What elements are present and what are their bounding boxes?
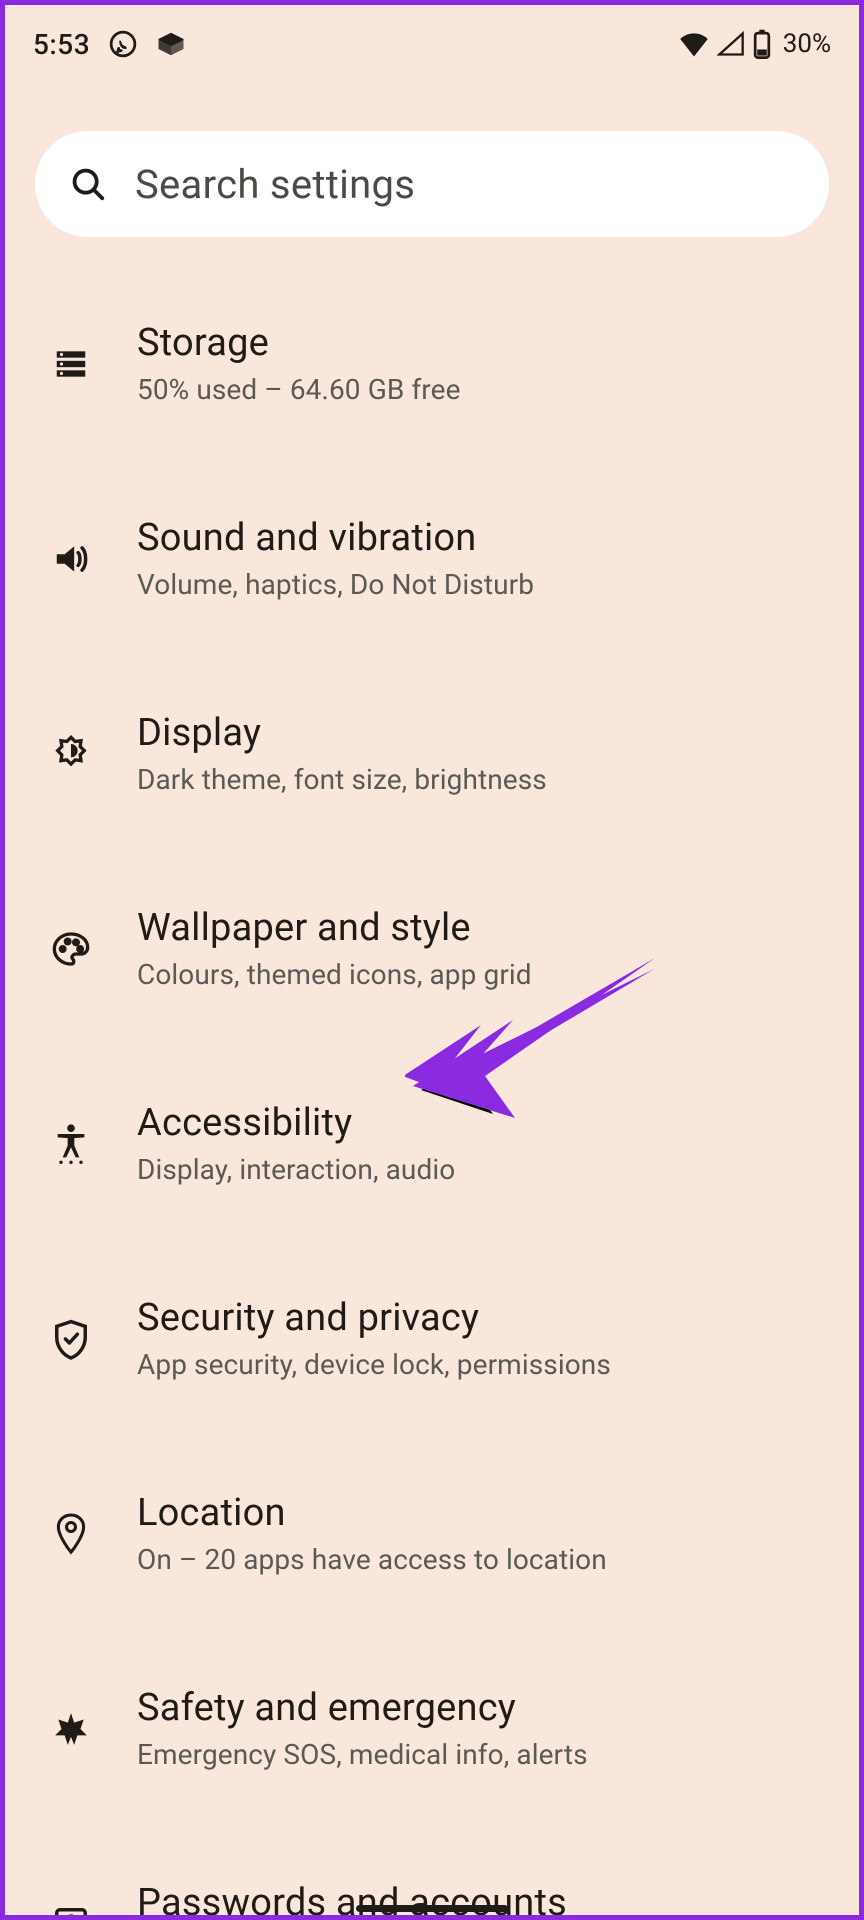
item-title: Storage bbox=[137, 321, 461, 365]
display-icon bbox=[49, 732, 93, 776]
item-security[interactable]: Security and privacy App security, devic… bbox=[35, 1296, 829, 1381]
item-title: Safety and emergency bbox=[137, 1686, 588, 1730]
item-title: Location bbox=[137, 1491, 607, 1535]
item-sub: Volume, haptics, Do Not Disturb bbox=[137, 568, 534, 601]
item-text: Wallpaper and style Colours, themed icon… bbox=[137, 906, 532, 991]
settings-screen: 5:53 bbox=[5, 5, 859, 1915]
item-text: Location On – 20 apps have access to loc… bbox=[137, 1491, 607, 1576]
status-bar: 5:53 bbox=[5, 5, 859, 79]
palette-icon bbox=[49, 927, 93, 971]
item-text: Sound and vibration Volume, haptics, Do … bbox=[137, 516, 534, 601]
item-sub: Dark theme, font size, brightness bbox=[137, 763, 547, 796]
wifi-icon bbox=[679, 31, 709, 57]
nav-bar-pill[interactable] bbox=[356, 1905, 508, 1912]
battery-percent: 30% bbox=[783, 29, 831, 59]
settings-list: Storage 50% used – 64.60 GB free Sound a… bbox=[5, 321, 859, 1915]
search-bar[interactable]: Search settings bbox=[35, 131, 829, 237]
item-sub: On – 20 apps have access to location bbox=[137, 1543, 607, 1576]
item-title: Sound and vibration bbox=[137, 516, 534, 560]
item-wallpaper[interactable]: Wallpaper and style Colours, themed icon… bbox=[35, 906, 829, 991]
account-icon bbox=[49, 1902, 93, 1916]
item-text: Security and privacy App security, devic… bbox=[137, 1296, 611, 1381]
sound-icon bbox=[49, 537, 93, 581]
item-sub: Colours, themed icons, app grid bbox=[137, 958, 532, 991]
item-sub: Display, interaction, audio bbox=[137, 1153, 455, 1186]
whatsapp-icon bbox=[108, 29, 138, 59]
item-sub: App security, device lock, permissions bbox=[137, 1348, 611, 1381]
item-sound[interactable]: Sound and vibration Volume, haptics, Do … bbox=[35, 516, 829, 601]
status-right: 30% bbox=[679, 29, 831, 59]
search-icon bbox=[69, 165, 107, 203]
item-storage[interactable]: Storage 50% used – 64.60 GB free bbox=[35, 321, 829, 406]
item-title: Display bbox=[137, 711, 547, 755]
item-text: Display Dark theme, font size, brightnes… bbox=[137, 711, 547, 796]
medical-icon bbox=[49, 1707, 93, 1751]
item-text: Storage 50% used – 64.60 GB free bbox=[137, 321, 461, 406]
item-title: Accessibility bbox=[137, 1101, 455, 1145]
search-placeholder: Search settings bbox=[135, 161, 415, 208]
item-text: Safety and emergency Emergency SOS, medi… bbox=[137, 1686, 588, 1771]
item-safety[interactable]: Safety and emergency Emergency SOS, medi… bbox=[35, 1686, 829, 1771]
item-text: Accessibility Display, interaction, audi… bbox=[137, 1101, 455, 1186]
package-icon bbox=[156, 29, 186, 59]
storage-icon bbox=[49, 342, 93, 386]
item-display[interactable]: Display Dark theme, font size, brightnes… bbox=[35, 711, 829, 796]
shield-icon bbox=[49, 1317, 93, 1361]
battery-icon bbox=[753, 29, 771, 59]
cell-signal-icon bbox=[717, 31, 745, 57]
accessibility-icon bbox=[49, 1122, 93, 1166]
status-left: 5:53 bbox=[33, 28, 186, 61]
clock: 5:53 bbox=[33, 28, 90, 61]
item-sub: Emergency SOS, medical info, alerts bbox=[137, 1738, 588, 1771]
item-title: Wallpaper and style bbox=[137, 906, 532, 950]
item-location[interactable]: Location On – 20 apps have access to loc… bbox=[35, 1491, 829, 1576]
item-title: Security and privacy bbox=[137, 1296, 611, 1340]
location-icon bbox=[49, 1512, 93, 1556]
item-sub: 50% used – 64.60 GB free bbox=[137, 373, 461, 406]
item-accessibility[interactable]: Accessibility Display, interaction, audi… bbox=[35, 1101, 829, 1186]
